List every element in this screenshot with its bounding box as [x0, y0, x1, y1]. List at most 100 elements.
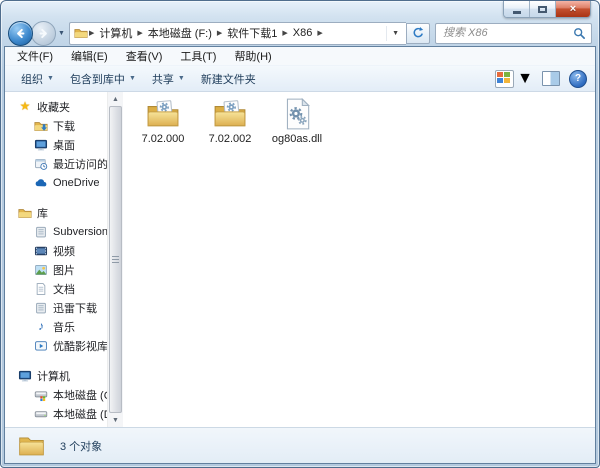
sidebar-item-documents[interactable]: 文档	[5, 279, 107, 298]
dll-file-icon	[280, 97, 314, 131]
videos-icon	[34, 244, 48, 258]
menu-edit[interactable]: 编辑(E)	[62, 48, 117, 64]
sidebar-item-thunder-downloads[interactable]: 迅雷下载	[5, 298, 107, 317]
sidebar-item-recent-places[interactable]: 最近访问的位置	[5, 154, 107, 173]
file-name: og80as.dll	[272, 133, 322, 145]
file-name: 7.02.002	[209, 133, 252, 145]
computer-icon	[18, 369, 32, 383]
menu-bar: 文件(F) 编辑(E) 查看(V) 工具(T) 帮助(H)	[5, 47, 595, 65]
breadcrumb-segment-drive-f[interactable]: 本地磁盘 (F:)	[144, 24, 216, 42]
folder-icon	[213, 97, 247, 131]
share-button[interactable]: 共享 ▼	[144, 68, 193, 90]
close-button[interactable]: ×	[556, 1, 590, 17]
close-icon: ×	[570, 3, 576, 15]
details-pane: 3 个对象	[5, 427, 595, 463]
sidebar-item-videos[interactable]: 视频	[5, 241, 107, 260]
sidebar-label: 收藏夹	[37, 99, 70, 115]
desktop-icon	[34, 138, 48, 152]
scrollbar-track[interactable]	[108, 106, 123, 413]
sidebar-item-drive-d[interactable]: 本地磁盘 (D:)	[5, 404, 107, 423]
breadcrumb-separator-icon: ▶	[316, 29, 323, 37]
navigation-bar: ▼ ▶ 计算机 ▶ 本地磁盘 (F:) ▶ 软件下载1 ▶ X86 ▶ ▼	[1, 20, 599, 48]
search-icon	[573, 27, 586, 40]
change-view-button[interactable]: ▼	[495, 70, 533, 88]
search-box	[435, 23, 592, 44]
pictures-icon	[34, 263, 48, 277]
title-bar[interactable]: ×	[1, 1, 599, 20]
back-button[interactable]	[8, 21, 33, 46]
sidebar-item-onedrive[interactable]: OneDrive	[5, 173, 107, 192]
sidebar-label: 文档	[53, 281, 75, 297]
file-name: 7.02.000	[142, 133, 185, 145]
refresh-icon	[411, 26, 425, 40]
video-library-icon	[34, 339, 48, 353]
breadcrumb-segment-downloads-folder[interactable]: 软件下载1	[223, 24, 281, 42]
sidebar-item-libraries[interactable]: 库	[5, 203, 107, 222]
sidebar-label: 视频	[53, 243, 75, 259]
organize-button[interactable]: 组织 ▼	[13, 68, 62, 90]
preview-pane-icon[interactable]	[542, 71, 560, 86]
file-item-folder-1[interactable]: 7.02.000	[136, 97, 190, 145]
menu-view[interactable]: 查看(V)	[117, 48, 172, 64]
sidebar-item-music[interactable]: ♪ 音乐	[5, 317, 107, 336]
breadcrumb-separator-icon: ▶	[281, 29, 288, 37]
sidebar-item-favorites[interactable]: ★ 收藏夹	[5, 97, 107, 116]
new-folder-label: 新建文件夹	[201, 71, 256, 87]
menu-help[interactable]: 帮助(H)	[225, 48, 280, 64]
sidebar-item-drive-c[interactable]: 本地磁盘 (C:)	[5, 385, 107, 404]
include-in-library-button[interactable]: 包含到库中 ▼	[62, 68, 144, 90]
libraries-section: 库 Subversion 视频 图片	[5, 203, 107, 355]
chevron-down-icon: ▼	[178, 75, 185, 82]
scroll-down-button[interactable]: ▼	[108, 413, 123, 427]
toolbar-right-group: ▼ ?	[495, 70, 587, 88]
content-area: ★ 收藏夹 下载 桌面 最近访问的位置	[5, 92, 595, 427]
scroll-up-button[interactable]: ▲	[108, 92, 123, 106]
share-label: 共享	[152, 71, 174, 87]
file-list[interactable]: 7.02.000 7.02.002 og80as.dll	[123, 92, 595, 427]
window-controls: ×	[503, 1, 591, 18]
file-item-folder-2[interactable]: 7.02.002	[203, 97, 257, 145]
sidebar-item-youku-library[interactable]: 优酷影视库	[5, 336, 107, 355]
library-icon	[34, 225, 48, 239]
sidebar-label: 计算机	[37, 368, 70, 384]
libraries-icon	[18, 206, 32, 220]
breadcrumb-separator-icon: ▶	[88, 29, 95, 37]
documents-icon	[34, 282, 48, 296]
sidebar-item-subversion[interactable]: Subversion	[5, 222, 107, 241]
system-drive-icon	[34, 388, 48, 402]
sidebar-label: 桌面	[53, 137, 75, 153]
menu-file[interactable]: 文件(F)	[8, 48, 62, 64]
menu-tools[interactable]: 工具(T)	[171, 48, 225, 64]
maximize-button[interactable]	[530, 1, 556, 17]
chevron-down-icon: ▼	[517, 70, 533, 88]
refresh-button[interactable]	[406, 23, 430, 44]
sidebar-scrollbar: ▲ ▼	[107, 92, 123, 427]
history-dropdown-icon[interactable]: ▼	[58, 30, 65, 37]
breadcrumb-segment-computer[interactable]: 计算机	[95, 24, 136, 42]
scrollbar-grip-icon	[112, 256, 119, 263]
breadcrumb-segment-x86[interactable]: X86	[289, 26, 317, 40]
help-icon[interactable]: ?	[569, 70, 587, 88]
address-bar[interactable]: ▶ 计算机 ▶ 本地磁盘 (F:) ▶ 软件下载1 ▶ X86 ▶ ▼	[69, 22, 406, 45]
include-in-library-label: 包含到库中	[70, 71, 125, 87]
sidebar-item-downloads[interactable]: 下载	[5, 116, 107, 135]
minimize-button[interactable]	[504, 1, 530, 17]
sidebar-item-computer[interactable]: 计算机	[5, 366, 107, 385]
address-dropdown-icon[interactable]: ▼	[386, 26, 404, 41]
favorites-section: ★ 收藏夹 下载 桌面 最近访问的位置	[5, 97, 107, 192]
file-item-dll[interactable]: og80as.dll	[270, 97, 324, 145]
forward-button[interactable]	[31, 21, 56, 46]
new-folder-button[interactable]: 新建文件夹	[193, 68, 264, 90]
client-area: 文件(F) 编辑(E) 查看(V) 工具(T) 帮助(H) 组织 ▼ 包含到库中…	[4, 46, 596, 464]
breadcrumb-separator-icon: ▶	[216, 29, 223, 37]
search-input[interactable]	[441, 26, 573, 40]
forward-arrow-icon	[37, 27, 50, 40]
views-icon	[495, 70, 514, 88]
sidebar-label: OneDrive	[53, 177, 99, 189]
sidebar-label: 音乐	[53, 319, 75, 335]
sidebar-item-pictures[interactable]: 图片	[5, 260, 107, 279]
computer-section: 计算机 本地磁盘 (C:) 本地磁盘 (D:) 本地磁盘 (E:)	[5, 366, 107, 427]
scrollbar-thumb[interactable]	[109, 106, 122, 413]
maximize-icon	[538, 6, 547, 13]
sidebar-item-desktop[interactable]: 桌面	[5, 135, 107, 154]
